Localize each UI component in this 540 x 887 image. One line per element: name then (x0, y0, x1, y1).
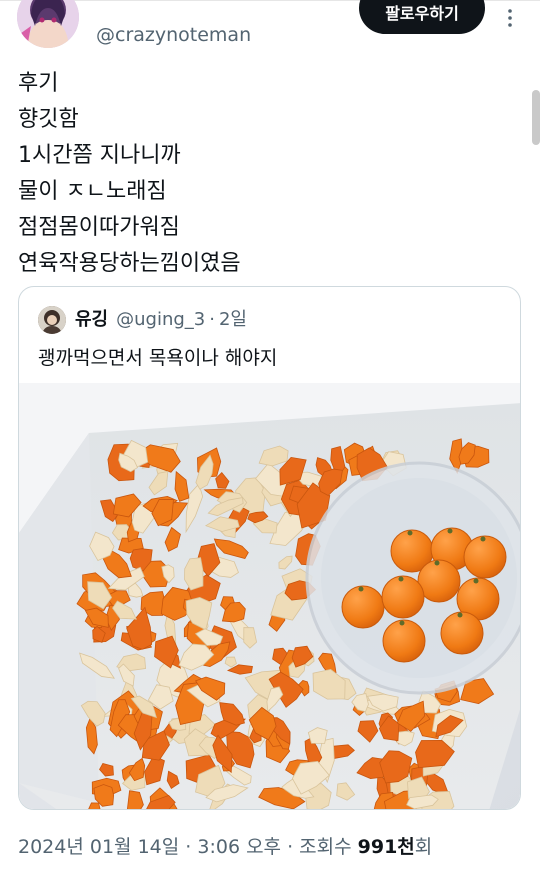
separator-dot: · (281, 836, 300, 858)
views-suffix: 회 (414, 836, 433, 858)
tweet-line: 향깃함 (18, 107, 79, 132)
tweet-line: 물이 ㅈㄴ노래짐 (18, 179, 167, 204)
tangerine-stem (399, 620, 405, 626)
quoted-photo[interactable] (19, 383, 520, 809)
separator-dot: · (179, 836, 198, 858)
quoted-tweet-text: 괭까먹으면서 목욕이나 해야지 (38, 347, 278, 369)
tangerine-stem (407, 530, 413, 536)
tangerine (341, 585, 385, 629)
author-display-name[interactable]: · ·· · ··· (96, 0, 236, 16)
follow-button[interactable]: 팔로우하기 (359, 0, 485, 34)
tangerine (463, 535, 507, 579)
anime-avatar-icon (17, 0, 79, 48)
tangerine-stem (447, 528, 453, 534)
tweet-line: 후기 (18, 71, 59, 96)
quoted-author-avatar[interactable] (38, 306, 66, 334)
tangerine (382, 619, 426, 663)
quoted-author-handle[interactable]: @uging_3 (116, 309, 205, 330)
views-label: 조회수 (299, 836, 358, 858)
quoted-timestamp[interactable]: 2일 (219, 309, 247, 330)
quoted-author-name[interactable]: 유깅 (75, 309, 108, 330)
quoted-avatar-icon (38, 306, 66, 334)
tweet-date[interactable]: 2024년 01월 14일 (18, 836, 179, 858)
tweet-line: 1시간쯤 지나니까 (18, 143, 181, 168)
author-avatar[interactable] (17, 0, 79, 48)
scrollbar-thumb[interactable] (532, 90, 540, 145)
separator-dot: · (209, 309, 215, 330)
tangerine-bath-photo (19, 383, 520, 809)
views-count: 991천 (357, 836, 415, 858)
tangerine-stem (398, 576, 404, 582)
tweet-time[interactable]: 3:06 오후 (197, 836, 281, 858)
quoted-tweet-card[interactable]: 유깅 @uging_3 · 2일 괭까먹으면서 목욕이나 해야지 (18, 286, 521, 810)
tangerine-stem (480, 536, 486, 542)
tangerine (440, 611, 484, 655)
tweet-text: 후기 향깃함 1시간쯤 지나니까 물이 ㅈㄴ노래짐 점점몸이따가워짐 연육작용당… (18, 66, 498, 282)
tweet-line: 연육작용당하는낌이였음 (18, 251, 241, 276)
tweet-line: 점점몸이따가워짐 (18, 215, 180, 240)
tweet-meta: 2024년 01월 14일 · 3:06 오후 · 조회수 991천회 (18, 832, 432, 859)
quoted-header: 유깅 @uging_3 · 2일 (75, 305, 247, 331)
tangerine-stem (358, 586, 364, 592)
tangerine-stem (473, 578, 479, 584)
author-handle[interactable]: @crazynoteman (96, 24, 251, 46)
tangerine (381, 575, 425, 619)
tangerine-stem (457, 612, 463, 618)
more-options-icon[interactable] (500, 8, 520, 28)
tangerine-stem (434, 560, 440, 566)
